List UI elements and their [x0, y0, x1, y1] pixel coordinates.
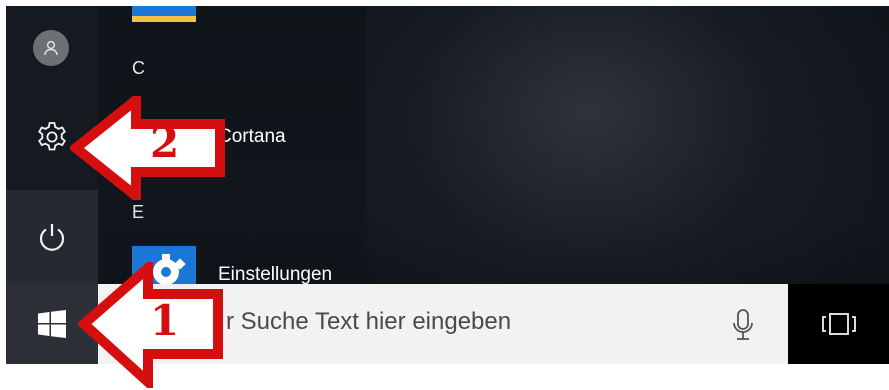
user-icon: [44, 40, 58, 56]
microphone-icon[interactable]: [730, 308, 756, 342]
search-placeholder[interactable]: r Suche Text hier eingeben: [226, 308, 511, 336]
app-einstellungen-label[interactable]: Einstellungen: [218, 264, 332, 286]
group-header-c[interactable]: C: [132, 58, 145, 79]
group-header-e[interactable]: E: [132, 202, 144, 223]
annotation-number-2: 2: [150, 118, 180, 167]
task-view-button[interactable]: [788, 284, 889, 364]
annotation-number-1: 1: [150, 296, 180, 345]
task-view-icon: [821, 313, 856, 335]
windows-logo-icon: [38, 310, 66, 338]
app-tile-partial[interactable]: [132, 6, 196, 22]
power-icon: [39, 224, 65, 251]
user-avatar[interactable]: [33, 30, 69, 66]
gear-icon: [38, 122, 66, 151]
